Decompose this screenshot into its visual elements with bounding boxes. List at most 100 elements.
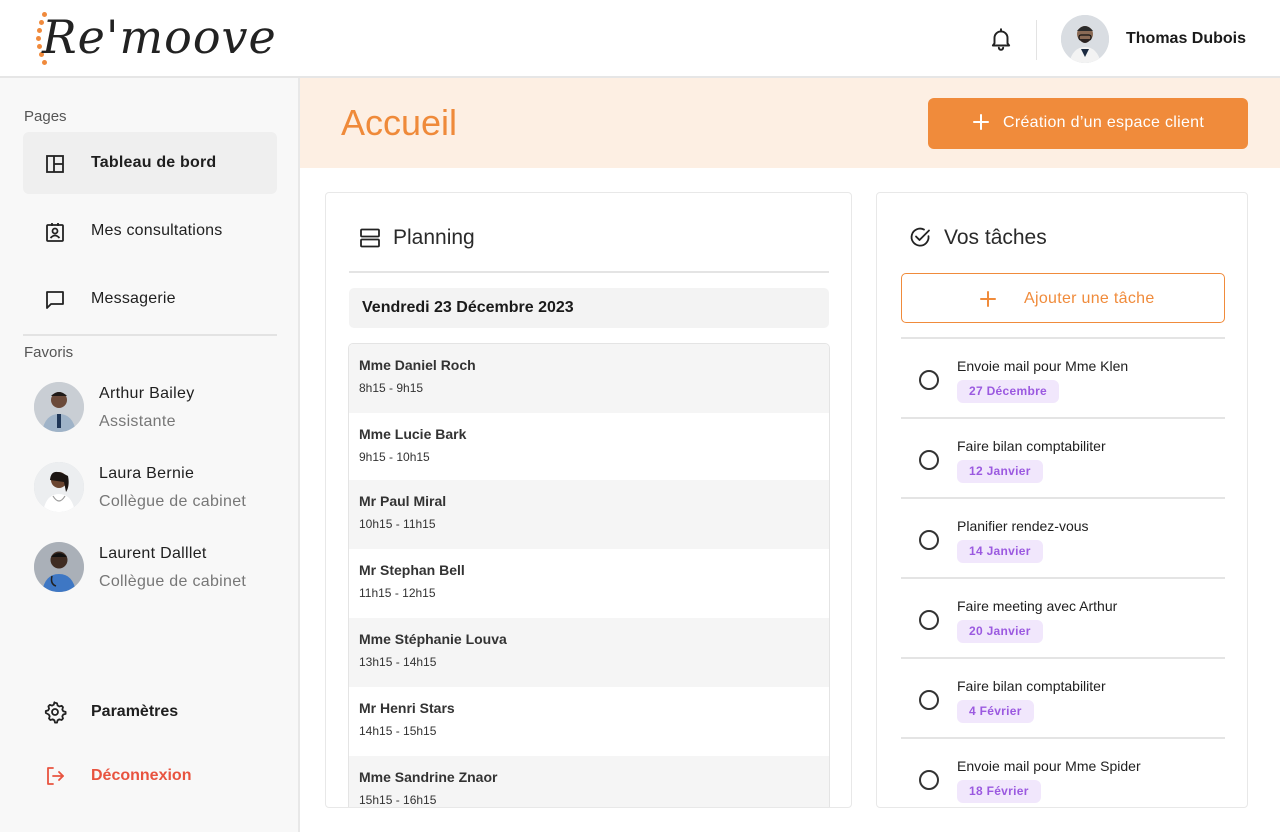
appointment-item[interactable]: Mme Sandrine Znaor 15h15 - 16h15: [349, 756, 829, 807]
contact-name: Laura Bernie: [99, 465, 195, 482]
contact-role: Collègue de cabinet: [99, 493, 247, 510]
contact-avatar: [34, 462, 84, 512]
favorite-contact[interactable]: Laura Bernie Collègue de cabinet: [34, 462, 274, 522]
contact-name: Arthur Bailey: [99, 385, 195, 402]
task-item[interactable]: Planifier rendez-vous 14 Janvier: [901, 499, 1225, 577]
sidebar-divider: [23, 334, 277, 336]
task-label: Envoie mail pour Mme Spider: [957, 758, 1141, 774]
planning-card: Planning Vendredi 23 Décembre 2023 Mme D…: [325, 192, 852, 808]
dashboard-icon: [43, 152, 67, 176]
planning-date: Vendredi 23 Décembre 2023: [349, 288, 829, 328]
task-checkbox[interactable]: [919, 370, 939, 390]
plus-icon: [979, 290, 997, 308]
contact-role: Assistante: [99, 413, 176, 430]
task-due-badge: 20 Janvier: [957, 620, 1043, 643]
sidebar-item-label: Tableau de bord: [91, 154, 217, 171]
appointment-item[interactable]: Mr Paul Miral 10h15 - 11h15: [349, 480, 829, 549]
planning-icon: [358, 226, 382, 250]
logout-icon: [43, 764, 67, 788]
appointment-item[interactable]: Mme Daniel Roch 8h15 - 9h15: [349, 344, 829, 413]
favorite-contact[interactable]: Laurent Dalllet Collègue de cabinet: [34, 542, 274, 602]
gear-icon: [43, 700, 67, 724]
page-header-banner: Accueil Création d’un espace client: [300, 78, 1280, 168]
sidebar-item-label: Mes consultations: [91, 222, 223, 239]
task-label: Envoie mail pour Mme Klen: [957, 358, 1129, 374]
appointment-time: 15h15 - 16h15: [359, 793, 437, 807]
pages-section-title: Pages: [24, 108, 67, 125]
check-circle-icon: [908, 225, 932, 249]
appointment-time: 9h15 - 10h15: [359, 450, 430, 464]
task-checkbox[interactable]: [919, 610, 939, 630]
appointment-item[interactable]: Mr Stephan Bell 11h15 - 12h15: [349, 549, 829, 618]
appointment-time: 10h15 - 11h15: [359, 517, 436, 531]
sidebar-item-label: Messagerie: [91, 290, 176, 307]
task-item[interactable]: Faire bilan comptabiliter 4 Février: [901, 659, 1225, 737]
brand-logo[interactable]: Re'moove: [36, 6, 276, 72]
appointment-name: Mme Stéphanie Louva: [359, 631, 507, 647]
appointment-time: 13h15 - 14h15: [359, 655, 437, 669]
appointment-time: 11h15 - 12h15: [359, 586, 436, 600]
create-client-space-label: Création d’un espace client: [1003, 114, 1205, 131]
task-due-badge: 4 Février: [957, 700, 1034, 723]
plus-icon: [972, 113, 990, 131]
logout-label: Déconnexion: [91, 767, 192, 784]
appointment-item[interactable]: Mme Lucie Bark 9h15 - 10h15: [349, 413, 829, 482]
top-bar: Re'moove Thomas Dubois: [0, 0, 1280, 78]
task-item[interactable]: Faire meeting avec Arthur 20 Janvier: [901, 579, 1225, 657]
appointment-name: Mr Paul Miral: [359, 493, 447, 509]
create-client-space-button[interactable]: Création d’un espace client: [928, 98, 1248, 149]
favorite-contact[interactable]: Arthur Bailey Assistante: [34, 382, 274, 442]
add-task-label: Ajouter une tâche: [1024, 290, 1155, 307]
tasks-card: Vos tâches Ajouter une tâche Envoie mail…: [876, 192, 1248, 808]
appointment-name: Mme Lucie Bark: [359, 426, 467, 442]
task-label: Planifier rendez-vous: [957, 518, 1089, 534]
task-due-badge: 14 Janvier: [957, 540, 1043, 563]
chat-icon: [43, 288, 67, 312]
page-title: Accueil: [341, 102, 458, 143]
task-label: Faire bilan comptabiliter: [957, 678, 1106, 694]
task-due-badge: 18 Février: [957, 780, 1041, 803]
task-due-badge: 12 Janvier: [957, 460, 1043, 483]
tasks-title: Vos tâches: [944, 226, 1047, 249]
contact-avatar: [34, 382, 84, 432]
appointment-time: 8h15 - 9h15: [359, 381, 424, 395]
planning-date-label: Vendredi 23 Décembre 2023: [362, 299, 574, 316]
brand-name: Re'moove: [42, 10, 277, 64]
task-item[interactable]: Envoie mail pour Mme Spider 18 Février: [901, 739, 1225, 807]
appointment-item[interactable]: Mr Henri Stars 14h15 - 15h15: [349, 687, 829, 756]
header-divider: [1036, 20, 1037, 60]
appointment-time: 14h15 - 15h15: [359, 724, 437, 738]
user-name[interactable]: Thomas Dubois: [1126, 30, 1246, 48]
planning-title: Planning: [393, 226, 475, 249]
task-label: Faire bilan comptabiliter: [957, 438, 1106, 454]
task-checkbox[interactable]: [919, 690, 939, 710]
task-checkbox[interactable]: [919, 450, 939, 470]
notification-bell-icon[interactable]: [988, 26, 1014, 52]
logout-button[interactable]: Déconnexion: [23, 751, 277, 801]
favorites-section-title: Favoris: [24, 344, 74, 361]
appointment-name: Mme Daniel Roch: [359, 357, 476, 373]
appointment-item[interactable]: Mme Stéphanie Louva 13h15 - 14h15: [349, 618, 829, 687]
contact-badge-icon: [43, 220, 67, 244]
add-task-button[interactable]: Ajouter une tâche: [901, 273, 1225, 323]
task-due-badge: 27 Décembre: [957, 380, 1060, 403]
planning-divider: [349, 271, 829, 273]
contact-name: Laurent Dalllet: [99, 545, 207, 562]
appointment-name: Mr Stephan Bell: [359, 562, 465, 578]
contact-avatar: [34, 542, 84, 592]
appointment-list[interactable]: Mme Daniel Roch 8h15 - 9h15 Mme Lucie Ba…: [348, 343, 830, 807]
sidebar: Pages Tableau de bord Mes consultations: [0, 78, 300, 832]
task-label: Faire meeting avec Arthur: [957, 598, 1118, 614]
sidebar-item-parametres[interactable]: Paramètres: [23, 687, 277, 737]
task-item[interactable]: Envoie mail pour Mme Klen 27 Décembre: [901, 339, 1225, 417]
sidebar-item-messagerie[interactable]: Messagerie: [23, 268, 277, 330]
contact-role: Collègue de cabinet: [99, 573, 247, 590]
user-avatar[interactable]: [1061, 15, 1109, 63]
sidebar-item-consultations[interactable]: Mes consultations: [23, 200, 277, 262]
sidebar-item-dashboard[interactable]: Tableau de bord: [23, 132, 277, 194]
task-checkbox[interactable]: [919, 770, 939, 790]
task-checkbox[interactable]: [919, 530, 939, 550]
appointment-name: Mr Henri Stars: [359, 700, 455, 716]
task-item[interactable]: Faire bilan comptabiliter 12 Janvier: [901, 419, 1225, 497]
appointment-name: Mme Sandrine Znaor: [359, 769, 498, 785]
